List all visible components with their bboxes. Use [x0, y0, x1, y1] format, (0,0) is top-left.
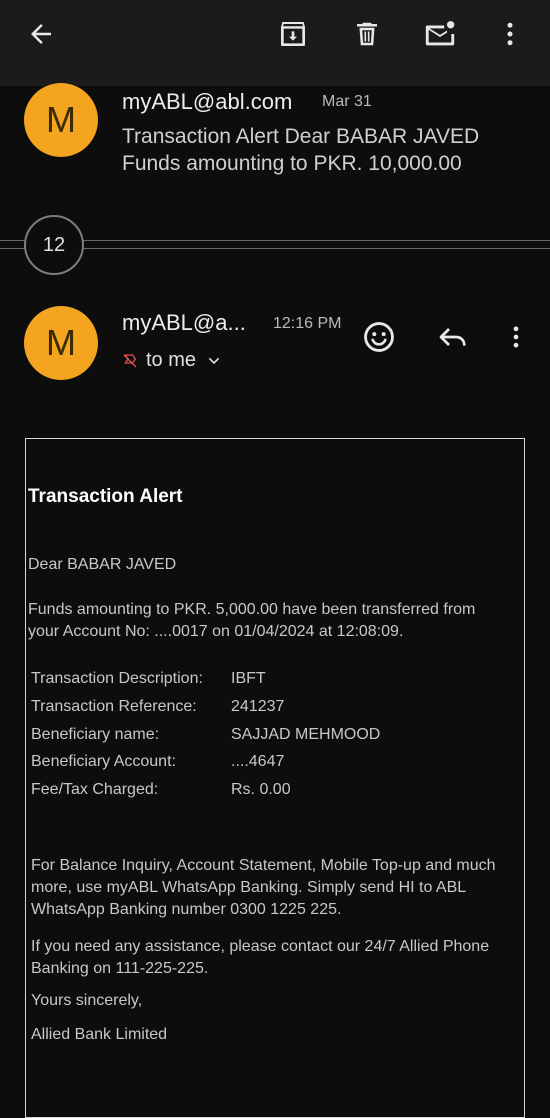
detail-label: Beneficiary Account: [31, 753, 176, 770]
detail-row: Fee/Tax Charged: Rs. 0.00 [31, 781, 291, 799]
assistance-note: If you need any assistance, please conta… [31, 938, 490, 977]
message-snippet: Transaction Alert Dear BABAR JAVED Funds… [122, 125, 480, 175]
back-arrow-icon[interactable] [21, 14, 61, 54]
avatar-letter: M [46, 99, 76, 140]
detail-row: Transaction Reference: 241237 [31, 698, 284, 716]
mark-unread-icon[interactable] [420, 14, 460, 54]
detail-label: Transaction Description: [31, 670, 203, 687]
email-greeting: Dear BABAR JAVED [28, 556, 177, 573]
avatar[interactable]: M [24, 306, 98, 380]
email-body: Transaction Alert Dear BABAR JAVED Funds… [25, 438, 525, 1118]
recipient-label: to me [146, 349, 197, 371]
sender-name: myABL@a... [122, 310, 246, 335]
archive-icon[interactable] [273, 14, 313, 54]
top-app-bar [0, 0, 550, 86]
detail-value: 241237 [231, 698, 285, 715]
closing: Yours sincerely, [31, 992, 143, 1009]
email-intro: Funds amounting to PKR. 5,000.00 have be… [28, 601, 476, 640]
whatsapp-note: For Balance Inquiry, Account Statement, … [31, 857, 496, 918]
reply-icon[interactable] [433, 317, 473, 357]
chevron-down-icon [206, 353, 222, 369]
signature: Allied Bank Limited [31, 1026, 168, 1043]
detail-row: Beneficiary name: SAJJAD MEHMOOD [31, 726, 380, 744]
detail-value: Rs. 0.00 [231, 781, 291, 798]
sender-name: myABL@abl.com [122, 89, 293, 114]
detail-row: Transaction Description: IBFT [31, 670, 266, 688]
collapsed-count-button[interactable]: 12 [24, 215, 84, 275]
more-vert-icon[interactable] [490, 14, 530, 54]
message-date: Mar 31 [322, 93, 372, 110]
detail-label: Fee/Tax Charged: [31, 781, 159, 798]
detail-value: SAJJAD MEHMOOD [231, 726, 381, 743]
collapsed-count: 12 [42, 233, 66, 256]
detail-value: IBFT [231, 670, 266, 687]
detail-label: Beneficiary name: [31, 726, 160, 743]
emoji-reaction-icon[interactable] [359, 317, 399, 357]
more-vert-icon[interactable] [496, 317, 536, 357]
message-time: 12:16 PM [273, 315, 342, 332]
detail-row: Beneficiary Account: ....4647 [31, 753, 284, 771]
recipient-toggle[interactable]: to me [122, 349, 222, 372]
trash-icon[interactable] [347, 14, 387, 54]
avatar-letter: M [46, 322, 76, 363]
detail-label: Transaction Reference: [31, 698, 197, 715]
avatar: M [24, 83, 98, 157]
email-title: Transaction Alert [28, 486, 183, 507]
label-important-icon [122, 353, 138, 369]
detail-value: ....4647 [231, 753, 285, 770]
